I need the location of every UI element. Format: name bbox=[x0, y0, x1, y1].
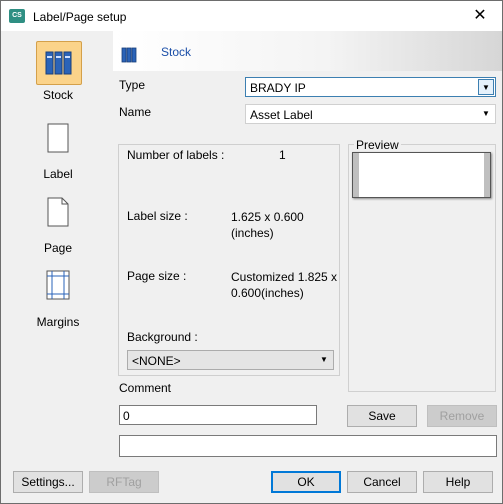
title-bar: CS Label/Page setup ✕ bbox=[1, 1, 502, 31]
label-size-value: 1.625 x 0.600 (inches) bbox=[231, 210, 304, 240]
label-page-icon bbox=[40, 119, 76, 155]
background-value: <NONE> bbox=[132, 354, 181, 368]
preview-legend: Preview bbox=[354, 138, 401, 152]
background-label: Background : bbox=[127, 330, 198, 344]
rftag-button[interactable]: RFTag bbox=[89, 471, 159, 493]
sidebar-item-label: Stock bbox=[42, 88, 73, 102]
preview-left-margin bbox=[353, 153, 359, 197]
type-select[interactable]: BRADY IP ▼ bbox=[245, 77, 496, 97]
name-value: Asset Label bbox=[250, 108, 313, 122]
label-page-setup-dialog: CS Label/Page setup ✕ Stock Label Page M… bbox=[0, 0, 503, 504]
sidebar-item-label: Label bbox=[43, 167, 73, 181]
save-button[interactable]: Save bbox=[347, 405, 417, 427]
name-label: Name bbox=[119, 105, 152, 119]
sidebar-item-label: Margins bbox=[36, 315, 80, 329]
background-select[interactable]: <NONE> ▼ bbox=[127, 350, 334, 370]
section-title: Stock bbox=[161, 45, 192, 59]
sidebar-item-stock[interactable]: Stock bbox=[3, 35, 113, 109]
settings-button[interactable]: Settings... bbox=[13, 471, 83, 493]
remove-button[interactable]: Remove bbox=[427, 405, 497, 427]
window-title: Label/Page setup bbox=[33, 10, 127, 24]
app-logo-icon: CS bbox=[9, 9, 25, 23]
page-size-value: Customized 1.825 x 0.600(inches) bbox=[231, 270, 338, 300]
sidebar-item-page[interactable]: Page bbox=[3, 187, 113, 261]
sidebar: Stock Label Page Margins bbox=[3, 31, 113, 461]
sidebar-item-label: Page bbox=[43, 241, 73, 255]
type-value: BRADY IP bbox=[250, 81, 306, 95]
comment-input[interactable]: 0 bbox=[119, 405, 317, 425]
chevron-down-icon[interactable]: ▼ bbox=[478, 79, 494, 95]
help-button[interactable]: Help bbox=[423, 471, 493, 493]
close-icon[interactable]: ✕ bbox=[467, 5, 493, 27]
number-of-labels-value: 1 bbox=[279, 148, 286, 162]
page-size-label: Page size : bbox=[127, 269, 187, 283]
number-of-labels-label: Number of labels : bbox=[127, 148, 225, 162]
sidebar-item-margins[interactable]: Margins bbox=[3, 261, 113, 335]
margins-icon bbox=[40, 267, 76, 303]
status-field bbox=[119, 435, 497, 457]
stock-books-icon bbox=[36, 41, 82, 85]
preview-right-margin bbox=[484, 153, 490, 197]
stock-books-icon bbox=[119, 43, 141, 65]
name-select[interactable]: Asset Label ▼ bbox=[245, 104, 496, 124]
comment-value: 0 bbox=[123, 409, 130, 423]
label-preview bbox=[352, 152, 491, 198]
chevron-down-icon[interactable]: ▼ bbox=[316, 352, 332, 368]
chevron-down-icon[interactable]: ▼ bbox=[478, 106, 494, 122]
section-banner: Stock bbox=[113, 31, 502, 71]
page-icon bbox=[40, 193, 76, 229]
sidebar-item-label[interactable]: Label bbox=[3, 113, 113, 187]
comment-label: Comment bbox=[119, 381, 172, 395]
label-size-label: Label size : bbox=[127, 209, 188, 223]
type-label: Type bbox=[119, 78, 146, 92]
cancel-button[interactable]: Cancel bbox=[347, 471, 417, 493]
ok-button[interactable]: OK bbox=[271, 471, 341, 493]
